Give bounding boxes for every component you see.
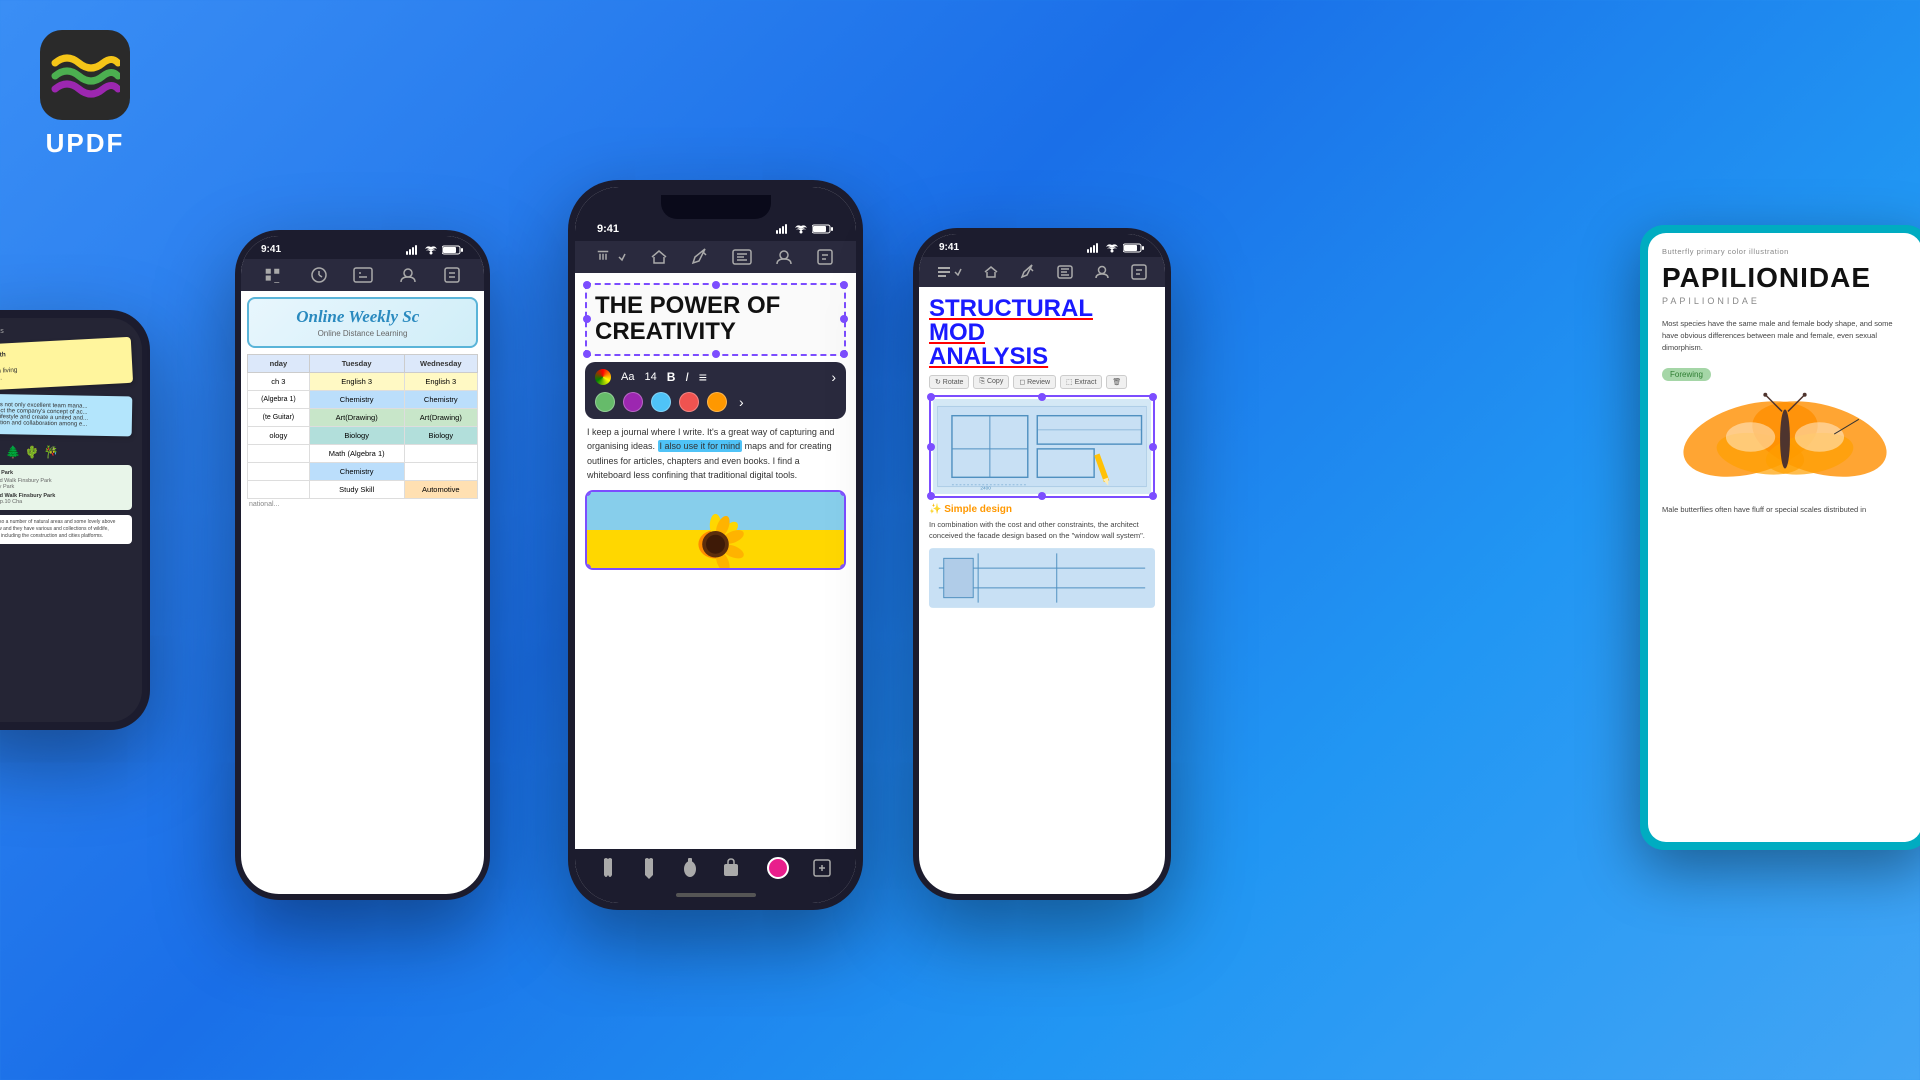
chemistry-cell-2: Chemistry	[309, 463, 404, 481]
font-size: 14	[644, 371, 656, 383]
tablet-desc1: Most species have the same male and fema…	[1662, 318, 1908, 354]
devices-container: Daily Notes This Math Being maintain liv…	[0, 0, 1920, 1080]
phone-center: 9:41	[568, 180, 863, 910]
chemistry-cell: Chemistry	[309, 391, 404, 409]
tablet-desc2: Male butterflies often have fluff or spe…	[1662, 504, 1908, 516]
simple-design-label: ✨ Simple design	[929, 504, 1155, 515]
structural-title: STRUCTURAL MODANALYSIS	[929, 297, 1155, 369]
phone-structural: 9:41	[913, 228, 1171, 900]
center-time: 9:41	[597, 223, 619, 235]
schedule-time: 9:41	[261, 244, 281, 255]
tablet-subtitle: PAPILIONIDAE	[1662, 296, 1908, 306]
schedule-subtitle: Online Distance Learning	[257, 329, 468, 338]
phone-left-dark: Daily Notes This Math Being maintain liv…	[0, 310, 150, 730]
forewing-badge: Forewing	[1662, 368, 1711, 381]
tablet-main-title: PAPILIONIDAE	[1662, 262, 1908, 294]
tablet-right: Butterfly primary color illustration PAP…	[1640, 225, 1920, 850]
structural-desc: In combination with the cost and other c…	[929, 519, 1155, 542]
doc-main-title: THE POWER OF CREATIVITY	[595, 293, 836, 346]
svg-text:2400: 2400	[980, 486, 991, 492]
phone-schedule: 9:41 Online Weekly Sch	[235, 230, 490, 900]
tablet-category: Butterfly primary color illustration	[1662, 247, 1908, 256]
schedule-title: Online Weekly Sch	[257, 307, 468, 327]
color-picker[interactable]	[767, 857, 789, 879]
doc-body: I keep a journal where I write. It's a g…	[575, 425, 856, 483]
structural-time: 9:41	[939, 242, 959, 253]
